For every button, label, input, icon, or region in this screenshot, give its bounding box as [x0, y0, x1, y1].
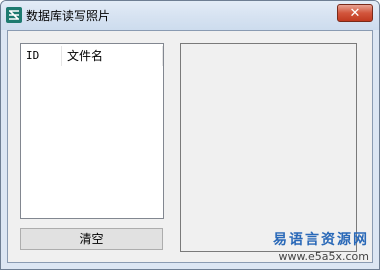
close-icon: ✕: [349, 6, 361, 21]
app-icon: [6, 7, 22, 23]
close-button[interactable]: ✕: [337, 4, 373, 22]
main-window: 数据库读写照片 ✕ ID 文件名 清空 易语言资源网 www.e5a5x.com: [0, 0, 380, 270]
title-bar[interactable]: 数据库读写照片 ✕: [1, 1, 379, 30]
column-header-filename[interactable]: 文件名: [62, 44, 162, 68]
watermark: 易语言资源网 www.e5a5x.com: [273, 229, 369, 263]
list-header: ID 文件名: [21, 44, 163, 68]
file-list[interactable]: ID 文件名: [20, 43, 164, 219]
window-title: 数据库读写照片: [26, 9, 111, 23]
column-header-id[interactable]: ID: [21, 44, 61, 68]
watermark-url: www.e5a5x.com: [278, 250, 369, 263]
column-divider[interactable]: [162, 46, 163, 66]
clear-button[interactable]: 清空: [20, 228, 163, 250]
photo-box: [180, 43, 357, 252]
watermark-cn: 易语言资源网: [273, 232, 369, 248]
